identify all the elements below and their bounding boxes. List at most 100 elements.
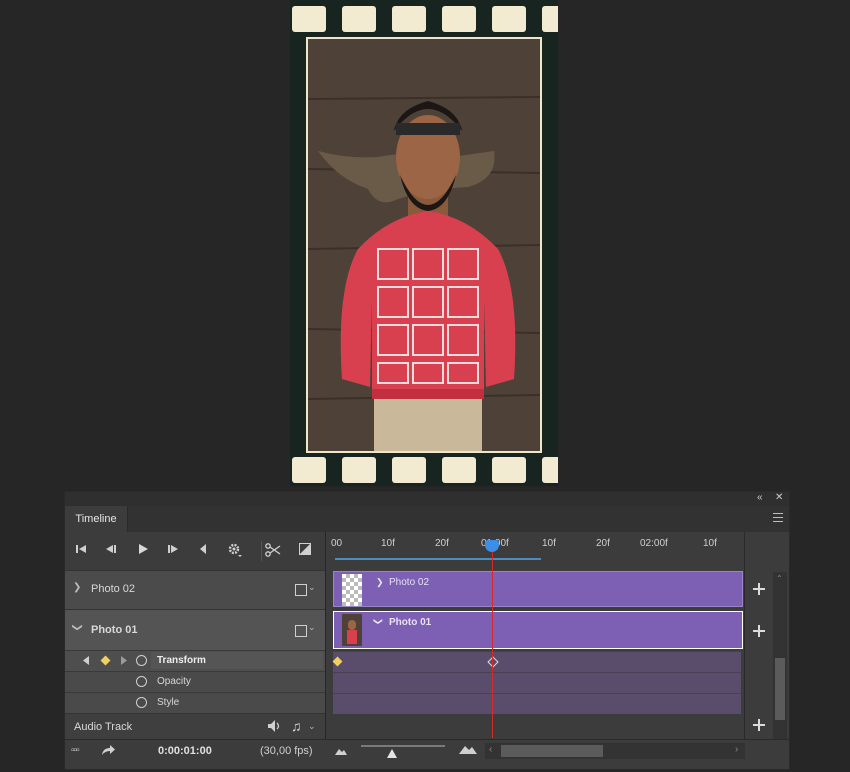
layers-pane: ❯ Photo 02 ⌄ ❯ Photo 01 ⌄ Transform Opac…: [65, 532, 326, 740]
sprocket-hole: [442, 457, 476, 483]
add-audio-icon[interactable]: [753, 719, 765, 731]
scroll-left-icon[interactable]: ‹: [489, 744, 492, 755]
keyframe-marker[interactable]: [487, 656, 499, 668]
split-scissors-icon[interactable]: [265, 543, 281, 559]
scroll-right-icon[interactable]: ›: [735, 744, 738, 755]
previous-frame-icon[interactable]: [103, 543, 119, 559]
chevron-down-icon[interactable]: ⌄: [308, 622, 316, 633]
timeline-footer: ▫▫▫ 0:00:01:00 (30,00 fps) ‹ ›: [65, 739, 789, 762]
vertical-scrollbar[interactable]: ⌃: [773, 572, 787, 739]
sprocket-hole: [492, 457, 526, 483]
settings-icon[interactable]: [227, 543, 243, 559]
chevron-right-icon[interactable]: ❯: [376, 577, 384, 588]
property-row-transform[interactable]: Transform: [65, 650, 325, 671]
property-row-opacity[interactable]: Opacity: [65, 671, 325, 692]
stopwatch-icon[interactable]: [136, 697, 147, 708]
film-icon[interactable]: [295, 625, 307, 637]
property-lane-opacity[interactable]: [333, 672, 741, 693]
sprocket-hole: [392, 457, 426, 483]
panel-title-bar: « ✕: [65, 492, 789, 506]
next-frame-icon[interactable]: [165, 543, 181, 559]
tab-bar: Timeline: [65, 506, 789, 532]
ruler-tick: 10f: [381, 538, 395, 549]
ruler-tick: 00: [331, 538, 343, 549]
chevron-down-icon[interactable]: ⌄: [308, 582, 316, 593]
ruler-tick: 20f: [596, 538, 610, 549]
track-row-photo-02[interactable]: ❯ Photo 02 ⌄: [65, 570, 325, 609]
go-to-first-frame-icon[interactable]: [73, 543, 89, 559]
mute-audio-icon[interactable]: [195, 543, 211, 559]
next-keyframe-icon[interactable]: [121, 656, 127, 668]
track-row-audio[interactable]: Audio Track ♫ ⌄: [65, 713, 325, 740]
stopwatch-icon[interactable]: [136, 655, 147, 666]
toolbar-divider: [261, 541, 262, 561]
clip-photo-02[interactable]: ❯ Photo 02: [333, 571, 743, 607]
keyframe-toggle-icon[interactable]: [100, 655, 111, 666]
panel-menu-icon[interactable]: [773, 513, 783, 522]
volume-icon[interactable]: [268, 720, 282, 735]
sprocket-hole: [342, 6, 376, 32]
property-label: Opacity: [157, 676, 191, 687]
zoom-slider[interactable]: [361, 745, 445, 747]
sprocket-hole: [342, 457, 376, 483]
zoom-slider-handle[interactable]: [387, 749, 397, 758]
convert-frames-icon[interactable]: ▫▫▫: [71, 745, 80, 756]
scroll-thumb[interactable]: [501, 745, 603, 757]
clip-photo-01[interactable]: ❯ Photo 01: [333, 611, 743, 649]
play-icon[interactable]: [135, 543, 151, 559]
film-strip-canvas: [290, 0, 558, 486]
track-label: Photo 01: [91, 624, 138, 636]
scroll-up-icon[interactable]: ⌃: [776, 574, 783, 583]
property-lane-style[interactable]: [333, 693, 741, 714]
clip-thumbnail: [342, 574, 362, 606]
sprocket-hole: [492, 6, 526, 32]
playhead-line[interactable]: [492, 542, 493, 738]
timeline-panel: « ✕ Timeline ❯ Photo 02 ⌄ ❯ Photo 01 ⌄ T…: [64, 491, 790, 770]
property-row-style[interactable]: Style: [65, 692, 325, 713]
chevron-right-icon[interactable]: ❯: [73, 582, 81, 593]
current-time[interactable]: 0:00:01:00: [158, 745, 212, 757]
render-icon[interactable]: [101, 744, 115, 759]
ruler-tick: 10f: [703, 538, 717, 549]
tab-timeline[interactable]: Timeline: [65, 506, 128, 532]
keyframe-marker[interactable]: [332, 656, 343, 667]
track-label: Photo 02: [91, 583, 136, 595]
chevron-down-icon[interactable]: ❯: [72, 623, 83, 631]
frame-rate: (30,00 fps): [260, 745, 313, 757]
sprocket-hole: [542, 457, 558, 483]
horizontal-scrollbar[interactable]: ‹ ›: [485, 743, 745, 759]
property-lane-transform[interactable]: [332, 651, 741, 672]
sprocket-hole: [292, 457, 326, 483]
music-note-icon[interactable]: ♫: [291, 718, 302, 734]
clip-thumbnail: [342, 614, 362, 646]
clip-label: Photo 01: [389, 617, 432, 628]
clip-label: Photo 02: [389, 577, 430, 588]
close-panel-icon[interactable]: ✕: [775, 492, 783, 503]
photo-frame: [306, 37, 542, 453]
work-area-bar[interactable]: [335, 558, 541, 560]
ruler-tick: 20f: [435, 538, 449, 549]
film-icon[interactable]: [295, 584, 307, 596]
sprocket-hole: [442, 6, 476, 32]
audio-lane[interactable]: [327, 714, 743, 739]
zoom-out-icon[interactable]: [335, 746, 347, 758]
scroll-thumb[interactable]: [775, 658, 785, 720]
sprocket-hole: [292, 6, 326, 32]
ruler-tick: 10f: [542, 538, 556, 549]
collapse-panel-icon[interactable]: «: [757, 492, 763, 503]
track-label: Audio Track: [74, 721, 133, 733]
track-row-photo-01[interactable]: ❯ Photo 01 ⌄: [65, 609, 325, 650]
add-media-icon[interactable]: [753, 583, 765, 595]
property-label: Style: [157, 697, 180, 708]
stopwatch-icon[interactable]: [136, 676, 147, 687]
chevron-down-icon[interactable]: ⌄: [308, 721, 316, 732]
ruler-tick: 02:00f: [640, 538, 668, 549]
chevron-down-icon[interactable]: ❯: [372, 618, 383, 626]
zoom-in-icon[interactable]: [459, 744, 477, 757]
transition-icon[interactable]: [297, 543, 313, 559]
playback-controls: [65, 532, 325, 570]
time-ruler[interactable]: 00 10f 20f 01:00f 10f 20f 02:00f 10f: [327, 532, 743, 570]
add-media-icon[interactable]: [753, 625, 765, 637]
property-label: Transform: [157, 655, 206, 666]
previous-keyframe-icon[interactable]: [83, 656, 89, 668]
